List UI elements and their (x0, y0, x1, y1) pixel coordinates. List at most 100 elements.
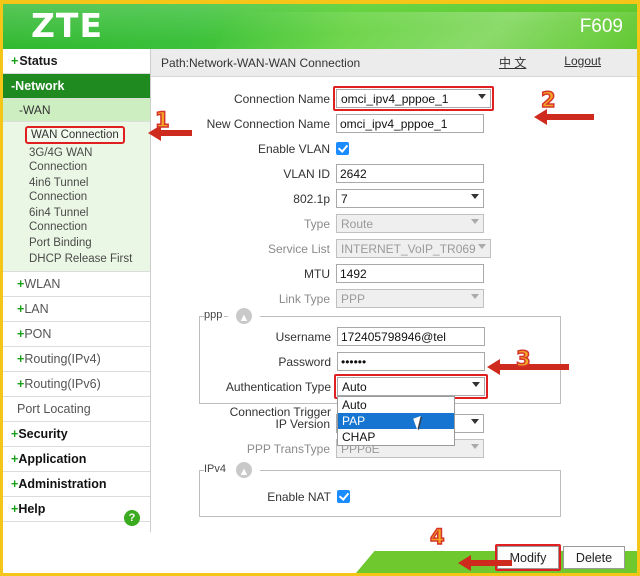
type-select: Route (336, 214, 484, 233)
sidebar-item-help-label: Help (18, 502, 46, 516)
help-icon[interactable]: ? (124, 510, 140, 526)
type-value: Route (341, 216, 374, 231)
sidebar-item-pon-label: PON (24, 327, 52, 341)
chevron-down-icon-type (471, 219, 479, 224)
sidebar-item-routing-ipv4[interactable]: +Routing(IPv4) (3, 347, 150, 372)
dot1p-value: 7 (341, 191, 348, 206)
label-new-connection-name: New Connection Name (206, 116, 330, 131)
connection-name-value: omci_ipv4_pppoe_1 (341, 91, 449, 106)
chevron-down-icon-transtype (471, 444, 479, 449)
chevron-down-icon-auth (472, 382, 480, 387)
field-service-list: Service List INTERNET_VoIP_TR069 (151, 239, 637, 258)
ppp-section: ppp ▲ Username Password Authentication T… (199, 306, 561, 446)
annotation-arrow-2 (534, 109, 594, 125)
authentication-type-select[interactable]: Auto (337, 377, 485, 396)
sidebar-item-status-label: Status (19, 54, 58, 68)
device-model: F609 (579, 16, 623, 37)
main-content: Path:Network-WAN-WAN Connection 中 文 Logo… (151, 49, 637, 532)
chevron-up-icon-ipv4[interactable]: ▲ (234, 460, 254, 480)
delete-button[interactable]: Delete (563, 546, 625, 569)
field-enable-vlan: Enable VLAN (151, 139, 637, 158)
sidebar-item-network[interactable]: -Network (3, 74, 150, 99)
annotation-number-2: 2 (540, 87, 556, 113)
sidebar-item-wan-connection-label: WAN Connection (25, 126, 125, 144)
sidebar-item-pon[interactable]: +PON (3, 322, 150, 347)
option-auto[interactable]: Auto (338, 397, 454, 413)
service-list-select: INTERNET_VoIP_TR069 (336, 239, 491, 258)
sidebar-item-status[interactable]: +Status (3, 49, 150, 74)
ppp-section-legend: ppp (204, 309, 225, 321)
sidebar-item-wlan[interactable]: +WLAN (3, 272, 150, 297)
chevron-down-icon-service (478, 244, 486, 249)
label-link-type: Link Type (278, 291, 330, 306)
sidebar-item-port-binding[interactable]: Port Binding (3, 236, 150, 250)
chevron-down-icon-linktype (471, 294, 479, 299)
vlan-id-input[interactable] (336, 164, 484, 183)
option-pap[interactable]: PAP (338, 413, 454, 429)
router-admin-page: ZTE F609 +Status -Network -WAN WAN Conne… (0, 0, 640, 576)
label-vlan-id: VLAN ID (283, 166, 330, 181)
chevron-down-icon-ipversion (471, 419, 479, 424)
dot1p-select[interactable]: 7 (336, 189, 484, 208)
enable-vlan-checkbox[interactable] (336, 142, 349, 155)
new-connection-name-input[interactable] (336, 114, 484, 133)
field-vlan-id: VLAN ID (151, 164, 637, 183)
sidebar-item-wan[interactable]: -WAN (3, 99, 150, 122)
service-list-value: INTERNET_VoIP_TR069 (341, 241, 476, 256)
sidebar-item-6in4-tunnel-connection[interactable]: 6in4 Tunnel Connection (3, 206, 150, 234)
sidebar-item-application[interactable]: +Application (3, 447, 150, 472)
field-8021p: 802.1p 7 (151, 189, 637, 208)
ipv4-section: IPv4 ▲ Enable NAT (199, 460, 561, 517)
breadcrumb-path: Path:Network-WAN-WAN Connection (161, 55, 361, 70)
sidebar-item-port-locating[interactable]: Port Locating (3, 397, 150, 422)
link-type-select: PPP (336, 289, 484, 308)
logout-link[interactable]: Logout (564, 54, 601, 71)
header-links: 中 文 Logout (499, 54, 637, 71)
language-link[interactable]: 中 文 (499, 54, 526, 71)
sidebar-item-dhcp-release-first[interactable]: DHCP Release First (3, 252, 150, 266)
mtu-input[interactable] (336, 264, 484, 283)
sidebar-item-routing-ipv6-label: Routing(IPv6) (24, 377, 101, 391)
sidebar-item-4in6-tunnel-connection[interactable]: 4in6 Tunnel Connection (3, 176, 150, 204)
authentication-type-value: Auto (342, 379, 367, 394)
sidebar-item-wan-connection[interactable]: WAN Connection (3, 126, 150, 144)
sidebar-item-lan[interactable]: +LAN (3, 297, 150, 322)
field-username: Username (200, 327, 560, 346)
sidebar-item-routing-ipv4-label: Routing(IPv4) (24, 352, 101, 366)
connection-name-select[interactable]: omci_ipv4_pppoe_1 (336, 89, 491, 108)
footer: Modify Delete (3, 532, 637, 573)
sidebar-item-wan-label: WAN (23, 103, 51, 117)
label-type: Type (303, 216, 330, 231)
sidebar-item-3g4g-wan-connection[interactable]: 3G/4G WAN Connection (3, 146, 150, 174)
label-8021p: 802.1p (293, 191, 330, 206)
label-mtu: MTU (304, 266, 330, 281)
sidebar-item-routing-ipv6[interactable]: +Routing(IPv6) (3, 372, 150, 397)
sidebar: +Status -Network -WAN WAN Connection 3G/… (3, 49, 151, 532)
sidebar-item-administration[interactable]: +Administration (3, 472, 150, 497)
delete-button-label: Delete (575, 550, 613, 565)
chevron-down-icon-8021p (471, 194, 479, 199)
label-authentication-type: Authentication Type (225, 379, 331, 394)
option-chap[interactable]: CHAP (338, 429, 454, 445)
modify-button-label: Modify (509, 550, 547, 565)
brand-logo: ZTE (31, 6, 103, 45)
auth-type-control: Auto Auto PAP CHAP (334, 374, 488, 446)
label-ppp-transtype: PPP TransType (246, 441, 330, 456)
sidebar-item-port-locating-label: Port Locating (17, 402, 91, 416)
password-input[interactable] (337, 352, 485, 371)
label-connection-name: Connection Name (233, 91, 330, 106)
connection-name-control: omci_ipv4_pppoe_1 (333, 86, 494, 111)
annotation-number-3: 3 (515, 346, 531, 372)
enable-nat-checkbox[interactable] (337, 490, 350, 503)
action-buttons: Modify Delete (495, 544, 625, 571)
annotation-arrow-3 (487, 359, 569, 375)
username-input[interactable] (337, 327, 485, 346)
app-header: ZTE F609 (3, 4, 637, 49)
sidebar-item-lan-label: LAN (24, 302, 49, 316)
chevron-down-icon (478, 94, 486, 99)
sidebar-item-security[interactable]: +Security (3, 422, 150, 447)
label-username: Username (275, 329, 331, 344)
ipv4-section-legend: IPv4 (204, 463, 229, 475)
chevron-up-icon-ppp[interactable]: ▲ (234, 306, 254, 326)
label-enable-vlan: Enable VLAN (257, 141, 330, 156)
